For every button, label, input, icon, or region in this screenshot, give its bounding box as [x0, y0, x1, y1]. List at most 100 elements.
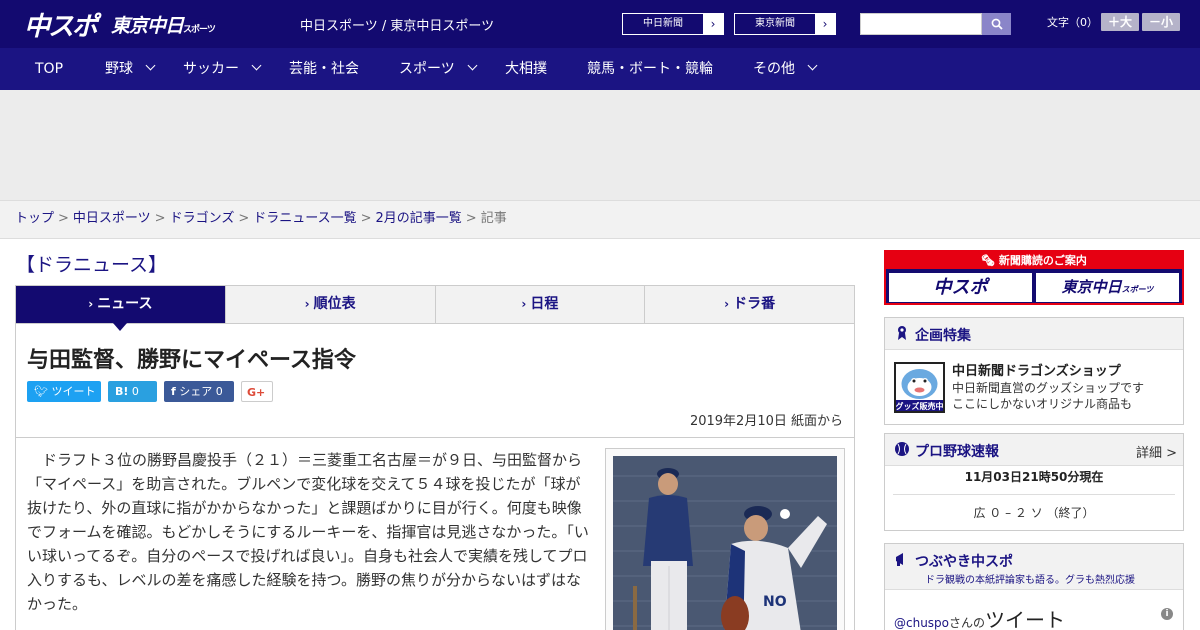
breadcrumb-separator: > [58, 211, 69, 226]
handle-suffix: さんの [949, 616, 986, 630]
article-text: ドラフト３位の勝野昌慶投手（２１）＝三菱重工名古屋＝が９日、与田監督から「マイペ… [27, 451, 589, 613]
score-header: プロ野球速報 詳細 > [885, 434, 1183, 466]
feature-header: 企画特集 [885, 318, 1183, 350]
site-header: 中スポ 東京中日スポーツ 中日スポーツ / 東京中日スポーツ 中日新聞 › 東京… [0, 0, 1200, 48]
tokyo-logo-small: スポーツ [183, 25, 216, 35]
tokyo-logo-text: 東京中日 [111, 15, 184, 37]
search-input[interactable] [860, 13, 982, 35]
tokyo-shimbun-link[interactable]: 東京新聞 › [734, 13, 836, 35]
shop-logo-text: グッズ販売中 [896, 401, 943, 411]
newspaper-icon: 🗞︎ [981, 254, 999, 267]
shop-description: 中日新聞直営のグッズショップです ここにしかないオリジナル商品も [952, 380, 1144, 412]
publish-date: 2019年2月10日 紙面から [689, 414, 843, 429]
site-title-link[interactable]: 中日スポーツ / 東京中日スポーツ [300, 15, 494, 34]
nav-item-sports[interactable]: スポーツ [399, 48, 478, 90]
score-box: プロ野球速報 詳細 > 11月03日21時50分現在 広 ０ – ２ ソ （終了… [884, 433, 1184, 531]
tweet-box: つぶやき中スポ ドラ観戦の本紙評論家も語る。グラも熱烈応援 @chuspoさんの… [884, 543, 1184, 630]
facebook-share-button[interactable]: f シェア 0 [164, 381, 234, 402]
subscribe-chuspo-button[interactable]: 中スポ [889, 273, 1032, 302]
subscribe-tokyo-chunichi-button[interactable]: 東京中日スポーツ [1036, 273, 1179, 302]
baseball-icon [895, 442, 909, 456]
divider [893, 494, 1175, 495]
chevron-down-icon [807, 60, 818, 71]
breadcrumb-link-month[interactable]: 2月の記事一覧 [376, 211, 462, 226]
tweet-button[interactable]: 🐦︎ ツイート [27, 381, 101, 402]
breadcrumb-separator: > [360, 211, 372, 226]
twitter-handle-link[interactable]: @chuspo [894, 616, 949, 630]
shop-title-link[interactable]: 中日新聞ドラゴンズショップ [952, 360, 1121, 379]
chevron-right-icon: › [815, 14, 835, 34]
breadcrumb-link-dragons[interactable]: ドラゴンズ [170, 211, 235, 226]
award-icon [898, 326, 906, 340]
nav-item-soccer[interactable]: サッカー [183, 48, 262, 90]
score-timestamp: 11月03日21時50分現在 [964, 470, 1104, 484]
subscription-banner[interactable]: 🗞︎ 新聞購読のご案内 中スポ 東京中日スポーツ [884, 250, 1184, 305]
tab-label: ドラ番 [733, 296, 776, 312]
tweet-heading-text: ツイート [985, 608, 1066, 630]
nav-item-sumo[interactable]: 大相撲 [505, 48, 547, 90]
search-button[interactable] [982, 13, 1011, 35]
article-headline: 与田監督、勝野にマイペース指令 [27, 348, 356, 373]
article-photo[interactable]: NO [613, 456, 837, 630]
breadcrumb-separator: > [154, 211, 166, 226]
chevron-right-icon: › [88, 297, 94, 311]
breadcrumb-link-news-list[interactable]: ドラニュース一覧 [253, 211, 356, 226]
article-body: ドラフト３位の勝野昌慶投手（２１）＝三菱重工名古屋＝が９日、与田監督から「マイペ… [15, 438, 855, 630]
tab-schedule[interactable]: › 日程 [434, 286, 645, 323]
tweet-heading: @chuspoさんのツイート [894, 604, 1065, 630]
chevron-right-icon: › [304, 297, 310, 311]
tab-news[interactable]: › ニュース [16, 286, 225, 331]
megaphone-icon [896, 553, 903, 566]
chevron-right-icon: › [521, 297, 527, 311]
nav-label: スポーツ [399, 61, 455, 77]
breadcrumb-separator: > [238, 211, 250, 226]
main-nav: TOP 野球 サッカー 芸能・社会 スポーツ 大相撲 競馬・ボート・競輪 その他 [0, 48, 1200, 90]
nav-label: 芸能・社会 [289, 61, 359, 77]
feature-title: 企画特集 [915, 328, 971, 344]
tweet-subtitle: ドラ観戦の本紙評論家も語る。グラも熱烈応援 [925, 575, 1135, 586]
shop-desc-line-1: 中日新聞直営のグッズショップです [952, 381, 1145, 395]
facebook-icon: f [171, 385, 176, 398]
font-size-decrease-button[interactable]: －小 [1142, 13, 1180, 31]
svg-text:NO: NO [763, 594, 787, 610]
hatena-bookmark-button[interactable]: B! 0 [108, 381, 157, 402]
tab-standings[interactable]: › 順位表 [224, 286, 435, 323]
hatena-count: 0 [131, 385, 139, 398]
chevron-right-icon: › [703, 14, 723, 34]
tab-label: ニュース [97, 296, 153, 312]
breadcrumb-link-chuspo[interactable]: 中日スポーツ [73, 211, 151, 226]
nav-item-baseball[interactable]: 野球 [105, 48, 156, 90]
shop-desc-line-2: ここにしかないオリジナル商品も [952, 397, 1133, 411]
feature-box: 企画特集 グッズ販売中 中日新聞ドラゴンズショップ 中日新聞直営のグッズショップ… [884, 317, 1184, 425]
subscribe-tokyo-small: スポーツ [1121, 285, 1154, 294]
subscription-title-text: 新聞購読のご案内 [998, 254, 1087, 267]
nav-item-top[interactable]: TOP [35, 48, 63, 90]
chevron-down-icon [467, 60, 478, 71]
nav-label: TOP [35, 61, 64, 77]
nav-item-other[interactable]: その他 [753, 48, 818, 90]
breadcrumb-link-top[interactable]: トップ [15, 211, 54, 226]
chunichi-shimbun-link[interactable]: 中日新聞 › [622, 13, 724, 35]
nav-label: 競馬・ボート・競輪 [587, 61, 713, 77]
font-size-increase-button[interactable]: ＋大 [1101, 13, 1139, 31]
game-score[interactable]: 広 ０ – ２ ソ （終了） [885, 504, 1183, 521]
info-icon[interactable]: i [1161, 608, 1173, 620]
chuspo-logo[interactable]: 中スポ [24, 6, 98, 43]
tokyo-chunichi-logo[interactable]: 東京中日スポーツ [111, 11, 216, 38]
score-detail-link[interactable]: 詳細 > [1136, 442, 1177, 461]
chevron-right-icon: › [724, 297, 730, 311]
tab-label: 日程 [530, 296, 559, 312]
font-size-label: 文字（0） [1047, 16, 1098, 29]
nav-item-racing[interactable]: 競馬・ボート・競輪 [587, 48, 713, 90]
dragons-shop-logo[interactable]: グッズ販売中 [894, 362, 945, 413]
nav-item-entertainment[interactable]: 芸能・社会 [289, 48, 359, 90]
tokyo-shimbun-label: 東京新聞 [755, 18, 795, 29]
tab-reporters[interactable]: › ドラ番 [644, 286, 854, 323]
chunichi-shimbun-label: 中日新聞 [643, 18, 683, 29]
nav-label: 大相撲 [505, 61, 547, 77]
search-icon [991, 18, 1003, 30]
chevron-down-icon [145, 60, 156, 71]
facebook-share-label: シェア 0 [179, 385, 223, 398]
article-header: 与田監督、勝野にマイペース指令 🐦︎ ツイート B! 0 f シェア 0 G+ … [15, 324, 855, 438]
google-plus-button[interactable]: G+ [241, 381, 273, 402]
